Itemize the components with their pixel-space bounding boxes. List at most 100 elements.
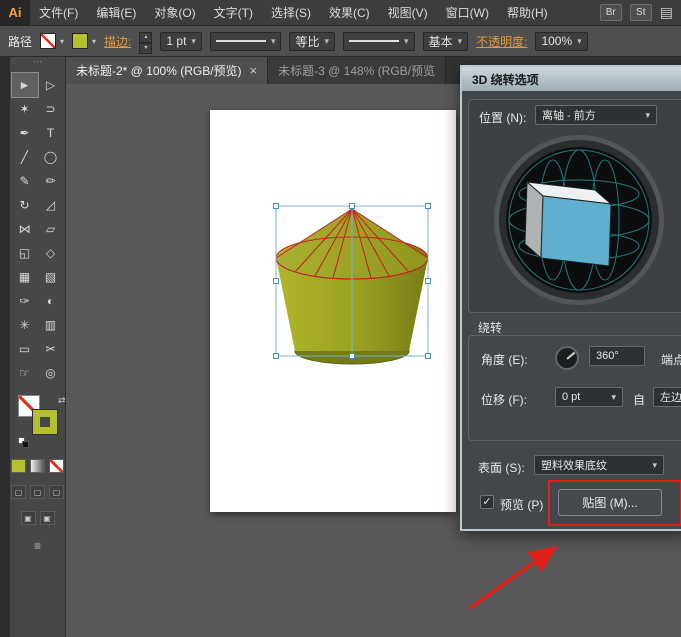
position-group: 位置 (N): 离轴 - 前方 ▾ [468, 99, 681, 313]
menu-effect[interactable]: 效果(C) [320, 0, 379, 26]
menu-edit[interactable]: 编辑(E) [87, 0, 145, 26]
dialog-body: 位置 (N): 离轴 - 前方 ▾ 绕转 角度 (E): 360° 端点 位移 … [462, 91, 681, 529]
offset-dropdown[interactable]: 0 pt ▾ [555, 387, 623, 407]
ellipse-tool[interactable]: ◯ [38, 145, 64, 169]
scale-tool[interactable]: ◿ [38, 193, 64, 217]
stroke-none-swatch[interactable] [40, 33, 57, 49]
mesh-tool[interactable]: ▦ [12, 265, 38, 289]
stroke-weight-stepper[interactable]: ▴ ▾ [139, 31, 153, 54]
color-button[interactable] [11, 459, 26, 473]
fill-color-swatch[interactable] [72, 33, 89, 49]
menu-help[interactable]: 帮助(H) [498, 0, 557, 26]
surface-dropdown[interactable]: 塑料效果底纹 ▾ [534, 455, 664, 475]
preview-checkbox[interactable]: ✓ [480, 495, 494, 509]
stepper-down-icon[interactable]: ▾ [139, 42, 153, 54]
screen-mode-button[interactable]: ▣ [20, 511, 36, 525]
pen-tool[interactable]: ✒ [12, 121, 38, 145]
menu-window[interactable]: 窗口(W) [437, 0, 498, 26]
free-transform-tool[interactable]: ▱ [38, 217, 64, 241]
lasso-tool[interactable]: ⊃ [38, 97, 64, 121]
pencil-tool-icon: ✏ [45, 174, 56, 188]
gradient-button[interactable] [30, 459, 45, 473]
opacity-value: 100% [541, 34, 573, 48]
preview-cube[interactable] [524, 180, 613, 267]
stepper-up-icon[interactable]: ▴ [139, 31, 153, 43]
hand-tool[interactable]: ☞ [12, 361, 38, 385]
position-dropdown[interactable]: 离轴 - 前方 ▾ [535, 105, 657, 125]
menu-type[interactable]: 文字(T) [205, 0, 262, 26]
stroke-color-swatch[interactable] [32, 409, 58, 435]
type-tool[interactable]: T [38, 121, 64, 145]
menu-file[interactable]: 文件(F) [30, 0, 87, 26]
perspective-grid-tool[interactable]: ◇ [38, 241, 64, 265]
tools-panel: ⋯ ► ▷ ✶ ⊃ ✒ T ╱ ◯ ✎ ✏ ↻ ◿ ⋈ ▱ ◱ ◇ ▦ ▧ ✑ … [10, 57, 66, 637]
magic-wand-tool[interactable]: ✶ [12, 97, 38, 121]
artwork-3d-revolve-shape[interactable] [210, 110, 456, 512]
preview-label: 预览 (P) [500, 498, 544, 512]
scale-tool-icon: ◿ [45, 198, 56, 212]
gradient-tool[interactable]: ▧ [38, 265, 64, 289]
selection-tool[interactable]: ► [10, 72, 39, 98]
annotation-highlight-rect [548, 480, 681, 526]
menu-select[interactable]: 选择(S) [262, 0, 320, 26]
chevron-down-icon[interactable]: ▾ [60, 37, 64, 46]
chevron-down-icon: ▾ [645, 109, 650, 120]
direct-selection-tool[interactable]: ▷ [38, 73, 64, 97]
angle-dial[interactable] [555, 346, 579, 370]
shape-builder-tool[interactable]: ◱ [12, 241, 38, 265]
draw-behind-button[interactable]: ▢ [30, 485, 45, 499]
stock-button[interactable]: St [629, 4, 652, 21]
menu-view[interactable]: 视图(V) [379, 0, 437, 26]
swap-fill-stroke-icon[interactable]: ⇄ [58, 395, 66, 406]
paintbrush-tool[interactable]: ✎ [12, 169, 38, 193]
none-button[interactable] [49, 459, 64, 473]
width-tool-icon: ⋈ [18, 222, 31, 236]
shape-builder-tool-icon: ◱ [18, 246, 31, 260]
chevron-down-icon: ▾ [270, 35, 276, 46]
profile-uniform-dropdown[interactable]: 等比 ▾ [289, 31, 336, 51]
slice-tool[interactable]: ✂ [38, 337, 64, 361]
context-label: 路径 [8, 34, 33, 49]
chevron-down-icon[interactable]: ▾ [92, 37, 96, 46]
workspace-switcher-icon[interactable]: ▤ [660, 4, 673, 21]
rotate-tool[interactable]: ↻ [12, 193, 38, 217]
offset-from-dropdown[interactable]: 左边 ▾ [653, 387, 681, 407]
line-segment-tool[interactable]: ╱ [12, 145, 38, 169]
tab-label: 未标题-3 @ 148% (RGB/预览 [278, 64, 436, 78]
opacity-dropdown[interactable]: 100% ▾ [535, 31, 588, 51]
pencil-tool[interactable]: ✏ [38, 169, 64, 193]
width-profile-dropdown[interactable]: ▾ [209, 31, 282, 51]
toolbar-grip[interactable]: ⋯ [10, 57, 65, 71]
tab-untitled-3[interactable]: 未标题-3 @ 148% (RGB/预览 [268, 57, 447, 84]
tab-untitled-2[interactable]: 未标题-2* @ 100% (RGB/预览) × [66, 57, 269, 84]
stroke-panel-link[interactable]: 描边: [104, 33, 131, 50]
brush-basic-dropdown[interactable]: 基本 ▾ [422, 31, 469, 51]
eyedropper-tool[interactable]: ✑ [12, 289, 38, 313]
width-tool[interactable]: ⋈ [12, 217, 38, 241]
angle-field[interactable]: 360° [589, 346, 645, 366]
zoom-tool[interactable]: ◎ [38, 361, 64, 385]
symbol-sprayer-tool[interactable]: ✳ [12, 313, 38, 337]
draw-normal-button[interactable]: ▢ [11, 485, 26, 499]
opacity-panel-link[interactable]: 不透明度: [476, 33, 527, 50]
cap-label: 端点 [661, 353, 681, 367]
blend-tool[interactable]: ◐ [38, 289, 64, 313]
artboard-tool[interactable]: ▭ [12, 337, 38, 361]
close-icon[interactable]: × [250, 63, 258, 78]
tool-grid: ► ▷ ✶ ⊃ ✒ T ╱ ◯ ✎ ✏ ↻ ◿ ⋈ ▱ ◱ ◇ ▦ ▧ ✑ ◐ … [10, 72, 65, 385]
column-graph-tool[interactable]: ▥ [38, 313, 64, 337]
rotation-trackball[interactable] [493, 134, 665, 306]
stroke-weight-dropdown[interactable]: 1 pt ▾ [160, 31, 202, 51]
toolbar-bottom-grip-icon[interactable]: ≡ [10, 539, 65, 553]
draw-inside-button[interactable]: ▢ [49, 485, 64, 499]
default-stroke-swatch[interactable] [22, 441, 29, 448]
brush-definition-dropdown[interactable]: ▾ [343, 31, 415, 51]
symbol-sprayer-tool-icon: ✳ [19, 318, 30, 332]
dialog-title-bar[interactable]: 3D 绕转选项 [462, 67, 681, 91]
bridge-button[interactable]: Br [599, 4, 622, 21]
direct-selection-tool-icon: ▷ [45, 78, 56, 92]
chevron-down-icon: ▾ [324, 35, 330, 46]
screen-mode-alt-button[interactable]: ▣ [39, 511, 55, 525]
menu-object[interactable]: 对象(O) [145, 0, 204, 26]
angle-value: 360° [596, 350, 619, 362]
